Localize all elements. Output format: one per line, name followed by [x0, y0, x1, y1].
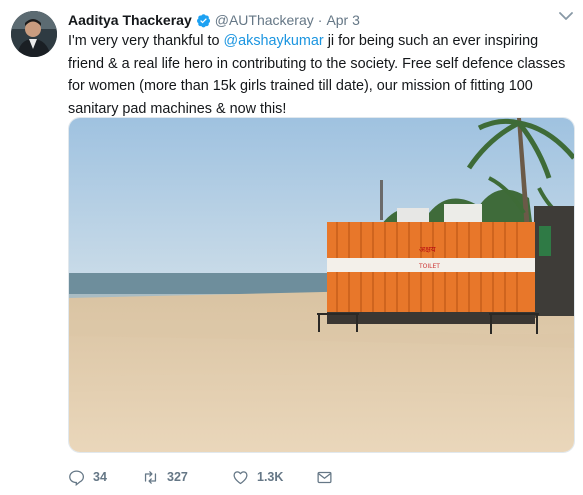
- beach-toilet-photo: अक्षय TOILET: [69, 118, 574, 452]
- reply-count: 34: [93, 470, 107, 484]
- verified-badge-icon: [196, 13, 210, 27]
- mention-link[interactable]: @akshaykumar: [224, 33, 324, 49]
- like-button[interactable]: 1.3K: [232, 469, 316, 486]
- author-handle[interactable]: @AUThackeray: [215, 12, 314, 28]
- retweet-button[interactable]: 327: [142, 469, 232, 486]
- direct-message-button[interactable]: [316, 469, 333, 486]
- reply-button[interactable]: 34: [68, 469, 142, 486]
- author-name[interactable]: Aaditya Thackeray: [68, 12, 192, 28]
- tweet-header: Aaditya Thackeray @AUThackeray · Apr 3: [68, 10, 360, 30]
- envelope-icon: [317, 471, 332, 483]
- tweet-actions: 34 327 1.3K: [68, 466, 333, 488]
- avatar[interactable]: [11, 11, 57, 57]
- retweet-icon: [144, 470, 157, 484]
- like-count: 1.3K: [257, 470, 284, 484]
- tweet-text-part-1: I'm very very thankful to: [68, 33, 224, 49]
- reply-icon: [69, 469, 85, 486]
- heart-icon: [233, 470, 248, 484]
- tweet-photo[interactable]: अक्षय TOILET: [68, 117, 575, 453]
- tweet-date[interactable]: Apr 3: [326, 12, 359, 28]
- chevron-down-icon[interactable]: [559, 11, 573, 21]
- container-stripe-label: TOILET: [418, 263, 440, 270]
- container-sign: अक्षय: [419, 245, 436, 254]
- avatar-image: [11, 11, 57, 57]
- separator-dot: ·: [317, 12, 323, 28]
- retweet-count: 327: [167, 470, 188, 484]
- tweet-text: I'm very very thankful to @akshaykumar j…: [68, 30, 573, 120]
